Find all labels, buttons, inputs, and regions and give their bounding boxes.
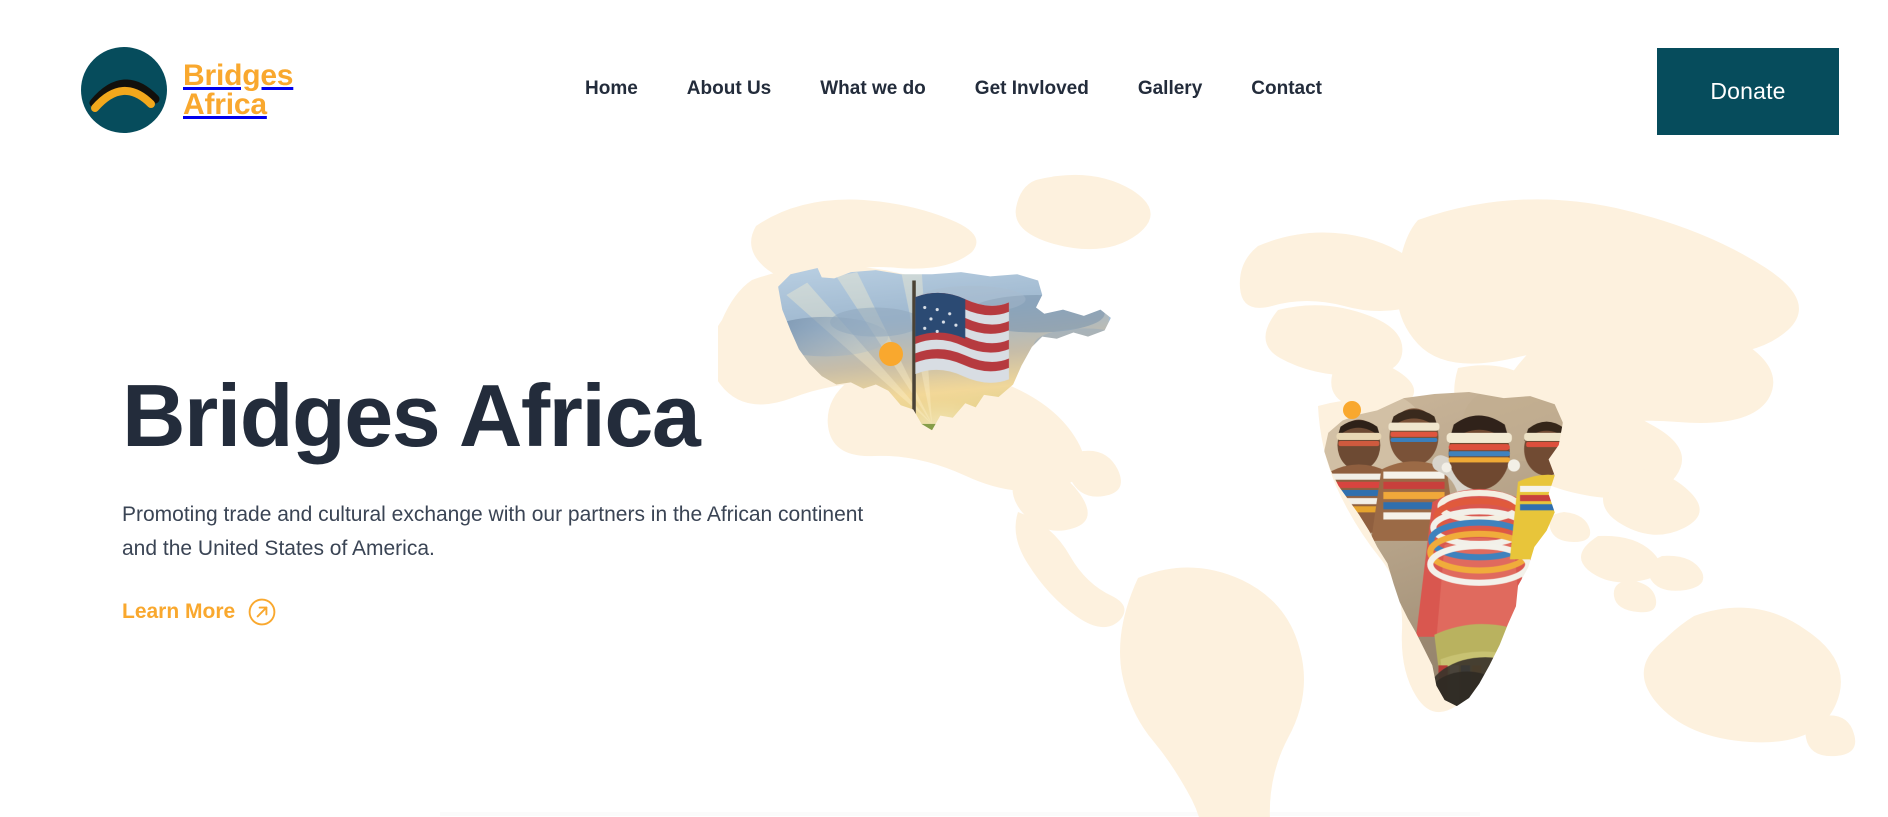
- africa-photo-shape: [1324, 392, 1563, 707]
- page-root: Bridges Africa Home About Us What we do …: [0, 0, 1888, 817]
- hero-subtitle: Promoting trade and cultural exchange wi…: [122, 503, 864, 561]
- nav-item-gallery[interactable]: Gallery: [1138, 78, 1202, 100]
- learn-more-link[interactable]: Learn More: [122, 598, 276, 626]
- nav-item-contact[interactable]: Contact: [1251, 78, 1322, 100]
- site-header: Bridges Africa Home About Us What we do …: [0, 0, 1888, 160]
- learn-more-label: Learn More: [122, 600, 236, 624]
- usa-location-marker: [879, 342, 903, 366]
- nav-item-what-we-do[interactable]: What we do: [820, 78, 926, 100]
- arrow-up-right-circle-icon: [248, 599, 276, 626]
- hero-section: Bridges Africa Promoting trade and cultu…: [122, 366, 912, 626]
- brand-wordmark: Bridges Africa: [183, 58, 294, 121]
- brand-line-1: Bridges: [183, 58, 294, 92]
- main-navigation: Home About Us What we do Get Invloved Ga…: [585, 78, 1322, 100]
- brand-line-2: Africa: [183, 88, 267, 121]
- bridge-arc-circle-logo-icon: [81, 47, 167, 133]
- brand-logo-link[interactable]: Bridges Africa: [79, 45, 293, 135]
- nav-item-get-involved[interactable]: Get Invloved: [975, 78, 1089, 100]
- nav-item-home[interactable]: Home: [585, 78, 638, 100]
- donate-button[interactable]: Donate: [1657, 48, 1839, 135]
- africa-location-marker: [1343, 401, 1361, 419]
- next-section-edge: [440, 812, 1480, 816]
- hero-title: Bridges Africa: [122, 366, 701, 465]
- nav-item-about-us[interactable]: About Us: [687, 78, 771, 100]
